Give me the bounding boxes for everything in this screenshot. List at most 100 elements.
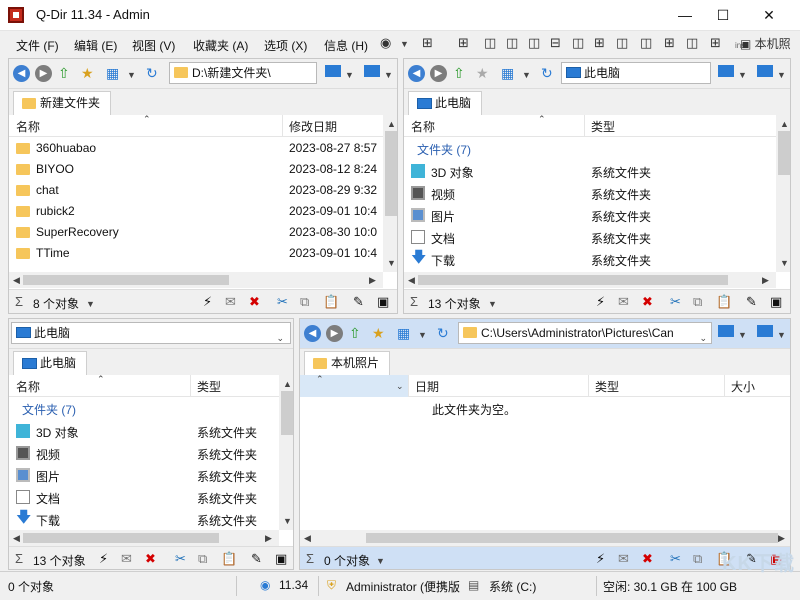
vertical-scrollbar[interactable]: ▲ ▼ [279,375,294,530]
scroll-right-icon[interactable]: ▶ [778,533,785,544]
horizontal-scrollbar[interactable]: ◀ ▶ [404,272,776,288]
rename-icon[interactable]: ✎ [746,294,757,310]
address-bar[interactable]: D:\新建文件夹\ [169,62,317,84]
layout-icon-11[interactable]: ⊞ [710,35,721,51]
up-folder-icon[interactable]: ⇧ [453,64,465,82]
chevron-down-icon[interactable]: ▼ [777,70,786,80]
paste-icon[interactable]: 📋 [221,551,237,567]
scroll-thumb[interactable] [281,391,293,435]
address-bar[interactable]: C:\Users\Administrator\Pictures\Can ⌄ [458,322,712,344]
scroll-left-icon[interactable]: ◀ [408,275,415,286]
paste-icon[interactable]: 📋 [716,294,732,310]
new-folder-icon[interactable]: ★ [476,64,489,82]
column-divider[interactable] [190,375,191,397]
chevron-down-icon[interactable]: ▼ [488,299,497,309]
local-photos-shortcut[interactable]: ▣ 本机照 [740,35,791,52]
menu-favorites[interactable]: 收藏夹 (A) [193,37,248,54]
monitor-icon[interactable] [718,325,734,337]
menu-info[interactable]: 信息 (H) [324,37,368,54]
list-item[interactable]: 360huabao2023-08-27 8:57 [9,138,383,159]
list-item[interactable]: BIYOO2023-08-12 8:24 [9,159,383,180]
delete-icon[interactable]: ✖ [642,551,653,567]
chevron-down-icon[interactable]: ▼ [376,556,385,566]
scroll-up-icon[interactable]: ▲ [780,119,789,129]
monitor-icon[interactable] [364,65,380,77]
layout-icon-6[interactable]: ⊞ [594,35,605,51]
cut-icon[interactable]: ✂ [175,551,186,567]
scroll-thumb[interactable] [23,533,219,543]
list-item[interactable]: chat2023-08-29 9:32 [9,180,383,201]
layout-icon-9[interactable]: ⊞ [664,35,675,51]
column-divider[interactable] [282,115,283,137]
properties-icon[interactable]: ▣ [770,294,782,310]
scroll-right-icon[interactable]: ▶ [369,275,376,286]
scroll-up-icon[interactable]: ▲ [283,379,292,389]
tab-this-pc[interactable]: 此电脑 [408,91,482,115]
vertical-scrollbar[interactable]: ▲ ▼ [383,115,398,272]
layout-4pane-icon[interactable]: ⊞ [458,35,469,51]
cut-icon[interactable]: ✂ [670,551,681,567]
maximize-button[interactable]: ☐ [700,0,746,31]
tab-local-photos[interactable]: 本机照片 [304,351,390,375]
column-divider[interactable] [588,375,589,397]
forward-icon[interactable]: ▶ [35,65,52,82]
delete-icon[interactable]: ✖ [249,294,260,310]
scroll-thumb[interactable] [778,131,790,175]
group-header[interactable]: 文件夹 (7) [417,141,471,158]
column-divider[interactable] [408,375,409,397]
column-modified-date[interactable]: 修改日期 [289,118,337,135]
column-type[interactable]: 类型 [595,378,619,395]
email-icon[interactable]: ✉ [225,294,236,310]
chevron-down-icon[interactable]: ▼ [418,330,427,340]
column-divider[interactable] [724,375,725,397]
list-item[interactable]: 图片系统文件夹 [404,205,776,226]
group-header[interactable]: 文件夹 (7) [22,401,76,418]
layout-3pane-icon[interactable]: ◫ [484,35,496,51]
refresh-icon[interactable]: ↻ [437,324,449,342]
vertical-scrollbar[interactable]: ▲ ▼ [776,115,791,272]
rename-icon[interactable]: ✎ [251,551,262,567]
scroll-thumb[interactable] [23,275,229,285]
scroll-left-icon[interactable]: ◀ [13,533,20,544]
scroll-thumb[interactable] [418,275,728,285]
layout-single-icon[interactable]: ◫ [572,35,584,51]
delete-icon[interactable]: ✖ [642,294,653,310]
view-mode-icon[interactable]: ▦ [106,64,119,82]
list-item[interactable]: 文档系统文件夹 [9,487,279,508]
horizontal-scrollbar[interactable]: ◀ ▶ [9,530,279,546]
lightning-icon[interactable]: ⚡ [99,551,108,567]
scroll-thumb[interactable] [366,533,778,543]
chevron-down-icon[interactable]: ▼ [777,330,786,340]
copy-icon[interactable]: ⧉ [300,294,309,310]
back-icon[interactable]: ◀ [304,325,321,342]
list-item[interactable]: 图片系统文件夹 [9,465,279,486]
horizontal-scrollbar[interactable]: ◀ ▶ [300,530,791,546]
menu-options[interactable]: 选项 (X) [264,37,307,54]
list-item[interactable]: 🡇下载系统文件夹 [9,509,279,529]
monitor-icon[interactable] [325,65,341,77]
view-mode-icon[interactable]: ▦ [501,64,514,82]
address-bar[interactable]: 此电脑 ⌄ [11,322,291,344]
menu-view[interactable]: 视图 (V) [132,37,175,54]
layout-grid-icon[interactable]: ⊞ [422,35,433,51]
copy-icon[interactable]: ⧉ [693,294,702,310]
refresh-icon[interactable]: ↻ [541,64,553,82]
list-item[interactable]: 3D 对象系统文件夹 [9,421,279,442]
scroll-down-icon[interactable]: ▼ [780,258,789,268]
email-icon[interactable]: ✉ [618,294,629,310]
horizontal-scrollbar[interactable]: ◀ ▶ [9,272,383,288]
layout-icon-10[interactable]: ◫ [686,35,698,51]
menu-edit[interactable]: 编辑 (E) [74,37,117,54]
column-divider[interactable] [584,115,585,137]
chevron-down-icon[interactable]: ▼ [345,70,354,80]
chevron-down-icon[interactable]: ▼ [86,299,95,309]
paste-icon[interactable]: 📋 [323,294,339,310]
view-mode-icon[interactable]: ▦ [397,324,410,342]
list-item[interactable]: rubick22023-09-01 10:4 [9,201,383,222]
close-button[interactable]: ✕ [746,0,792,31]
chevron-down-icon[interactable]: ▼ [384,70,393,80]
copy-icon[interactable]: ⧉ [198,551,207,567]
column-name[interactable]: 名称 [411,118,435,135]
monitor-icon[interactable] [757,325,773,337]
list-item[interactable]: 视频系统文件夹 [9,443,279,464]
